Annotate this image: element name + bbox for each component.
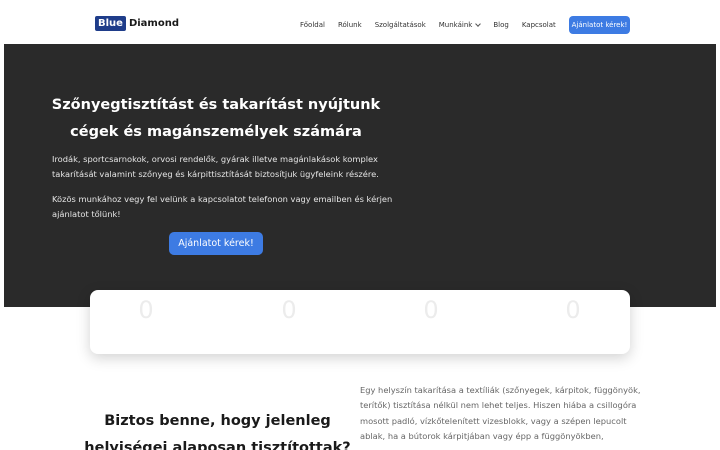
hero-title: Szőnyegtisztítást és takarítást nyújtunk… <box>51 97 381 140</box>
hero-quote-button[interactable]: Ajánlatot kérek! <box>169 232 263 255</box>
hero-section: Szőnyegtisztítást és takarítást nyújtunk… <box>4 44 716 307</box>
nav-item-szolgaltatasok[interactable]: Szolgáltatások <box>375 16 426 34</box>
nav-item-munkaink[interactable]: Munkáink <box>438 16 482 34</box>
header-quote-button[interactable]: Ajánlatot kérek! <box>569 16 630 34</box>
logo[interactable]: Blue Diamond <box>95 15 179 31</box>
stat-counter: 0 <box>565 296 581 324</box>
stats-card: 0 0 0 0 <box>90 290 630 354</box>
nav-item-munkaink-label: Munkáink <box>438 21 473 29</box>
nav-item-kapcsolat[interactable]: Kapcsolat <box>522 16 556 34</box>
stat-counter: 0 <box>423 296 439 324</box>
logo-text: Diamond <box>128 17 179 29</box>
nav-item-rolunk[interactable]: Rólunk <box>338 16 362 34</box>
main-nav: Főoldal Rólunk Szolgáltatások Munkáink B… <box>300 16 569 34</box>
hero-paragraph-contact: Közös munkához vegy fel velünk a kapcsol… <box>52 194 393 219</box>
nav-item-fooldal[interactable]: Főoldal <box>300 16 325 34</box>
section-text: Egy helyszín takarítása a textíliák (sző… <box>360 385 641 441</box>
hero-paragraph-services: Irodák, sportcsarnokok, orvosi rendelők,… <box>52 154 379 179</box>
chevron-down-icon <box>475 21 482 27</box>
logo-mark: Blue <box>95 15 126 31</box>
page: Blue Diamond Főoldal Rólunk Szolgáltatás… <box>0 0 720 450</box>
site-header: Blue Diamond Főoldal Rólunk Szolgáltatás… <box>0 0 720 44</box>
stat-counter: 0 <box>138 296 154 324</box>
section-title: Biztos benne, hogy jelenleg helyiségei a… <box>84 413 351 450</box>
nav-item-blog[interactable]: Blog <box>493 16 508 34</box>
stat-counter: 0 <box>281 296 297 324</box>
